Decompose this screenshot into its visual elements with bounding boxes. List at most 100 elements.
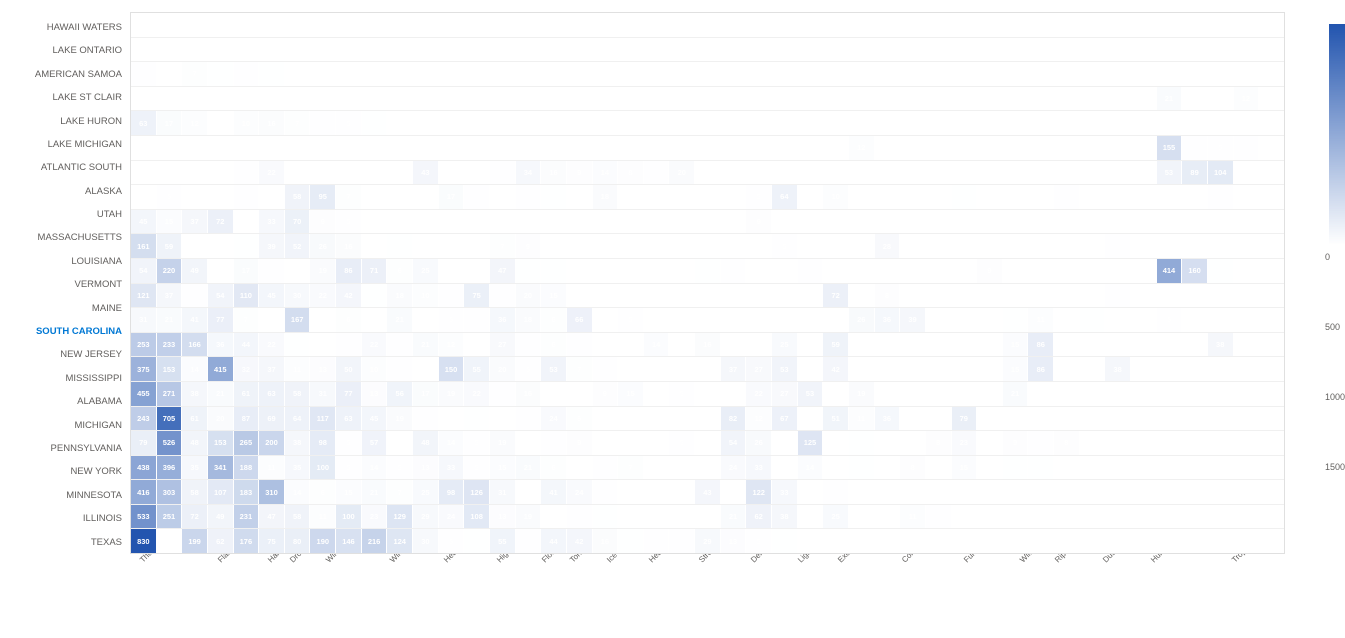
cell [1105,13,1131,37]
cell [1234,308,1260,332]
cell [669,357,695,381]
cell: 310 [259,480,285,504]
cell: 21 [721,505,747,529]
cell: 63 [259,382,285,406]
cell [798,87,824,111]
cell: 19 [849,382,875,406]
cell [1054,505,1080,529]
y-label-louisiana: LOUISIANA [4,252,126,271]
cell: 5 [772,234,798,258]
cell [1003,136,1029,160]
cell [977,431,1003,455]
cell: 5 [336,111,362,135]
cell: 153 [157,357,183,381]
x-label-wrap: Tornado [560,554,597,567]
cell [1234,456,1260,480]
cell [618,210,644,234]
cell [1105,505,1131,529]
cell: 25 [413,259,439,283]
heatmap-body: HAWAII WATERSLAKE ONTARIOAMERICAN SAMOAL… [0,12,1345,614]
cell [618,185,644,209]
cell: 43 [695,480,721,504]
cell [1054,111,1080,135]
header [0,0,1345,12]
cell: 41 [182,308,208,332]
cell [1003,529,1029,553]
cell [157,38,183,62]
cell: 176 [234,529,260,553]
cell [336,333,362,357]
cell [1131,431,1157,455]
cell [1105,234,1131,258]
cell [875,13,901,37]
cell [1208,38,1234,62]
cell [464,161,490,185]
cell [669,456,695,480]
cell [1234,407,1260,431]
cell [439,407,465,431]
grid-row: 121555 [131,136,1284,161]
cell [1234,62,1260,86]
cell [772,210,798,234]
cell [131,136,157,160]
cell [1157,456,1183,480]
cell [439,234,465,258]
cell [541,13,567,37]
cell [926,308,952,332]
cell [182,13,208,37]
cell [387,136,413,160]
cell: 24 [567,480,593,504]
cell [1259,13,1284,37]
cell: 5 [387,456,413,480]
cell [618,431,644,455]
cell [695,62,721,86]
cell: 21 [413,333,439,357]
cell: 5 [746,529,772,553]
cell [1208,13,1234,37]
cell: 79 [952,407,978,431]
cell [362,87,388,111]
cell [875,333,901,357]
cell: 117 [310,407,336,431]
cell [926,480,952,504]
cell [1080,185,1106,209]
cell [1105,407,1131,431]
cell [977,284,1003,308]
cell [131,13,157,37]
cell [1234,185,1260,209]
cell [952,284,978,308]
cell [1208,505,1234,529]
cell [1028,480,1054,504]
cell [952,333,978,357]
cell [567,111,593,135]
cell: 107 [208,480,234,504]
cell [490,210,516,234]
cell [875,456,901,480]
cell [849,185,875,209]
cell: 231 [234,505,260,529]
cell: 9 [746,210,772,234]
cell [439,284,465,308]
cell [1003,161,1029,185]
cell [926,136,952,160]
cell [285,13,311,37]
cell: 455 [131,382,157,406]
cell [157,529,183,553]
cell: 82 [721,407,747,431]
cell: 61 [182,407,208,431]
cell [413,62,439,86]
cell [1182,505,1208,529]
cell [1157,529,1183,553]
cell [1054,185,1080,209]
cell [695,357,721,381]
cell [977,333,1003,357]
cell [259,13,285,37]
cell: 21 [516,456,542,480]
cell [387,13,413,37]
cell: 14 [285,480,311,504]
cell [875,87,901,111]
cell [1131,234,1157,258]
x-label-wrap: Wildfire [1010,554,1045,567]
cell [1131,529,1157,553]
cell [952,259,978,283]
